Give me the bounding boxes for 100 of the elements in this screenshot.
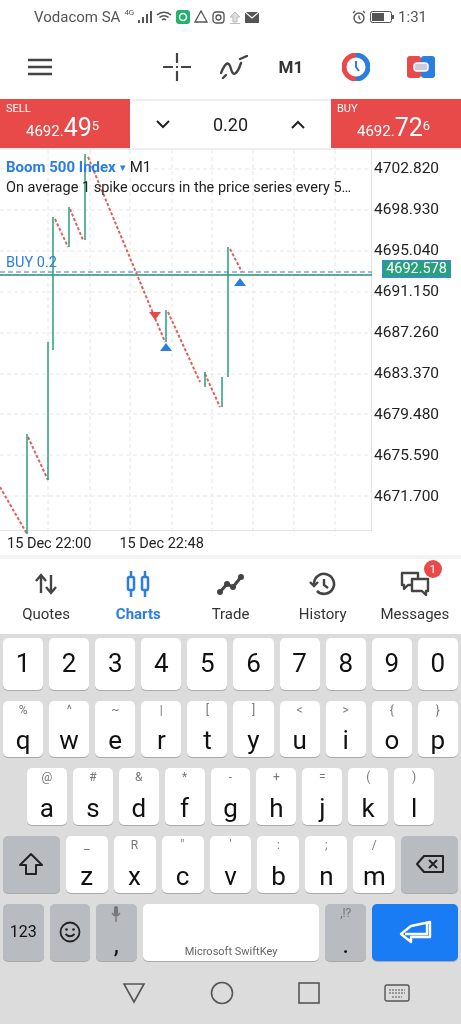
keyboard-key[interactable]: # s — [72, 768, 113, 826]
keyboard-key[interactable]: 5 — [187, 638, 228, 691]
keyboard-key[interactable]: 0 — [417, 638, 458, 691]
nav-tab[interactable]: Trade — [184, 559, 277, 635]
camera-icon — [212, 10, 226, 24]
keyboard-key[interactable]: ; n — [305, 836, 348, 894]
home-button[interactable] — [209, 980, 234, 1005]
time-axis-label: 15 Dec 22:48 — [119, 534, 204, 552]
keyboard-key[interactable]: 7 — [279, 638, 320, 691]
bearish-candles — [69, 208, 84, 242]
smiley-icon — [58, 920, 81, 943]
price-axis-label: 4687.260 — [373, 322, 441, 343]
up-down-arrows-icon — [34, 573, 59, 596]
keyboard-key[interactable]: ~ e — [95, 701, 136, 758]
keyboard-key[interactable]: % q — [3, 701, 44, 758]
timeframe-button[interactable]: M1 — [272, 46, 310, 87]
keyboard-key[interactable]: + h — [256, 768, 297, 826]
recents-button[interactable] — [297, 981, 320, 1004]
candlesticks-icon — [126, 571, 151, 598]
buy-button[interactable]: BUY 4692.72$^{6}$ — [331, 99, 461, 149]
shift-icon — [18, 851, 45, 876]
keyboard-key[interactable]: 1 — [3, 638, 44, 691]
clock-time: 1:31 — [398, 8, 427, 27]
keyboard-key[interactable]: - g — [210, 768, 251, 826]
keyboard-key[interactable]: | r — [141, 701, 182, 758]
keyboard-key[interactable]: @ a — [27, 768, 67, 826]
square-icon — [297, 981, 320, 1004]
keyboard-key[interactable]: ' v — [209, 836, 252, 894]
keyboard-key[interactable]: R x — [113, 836, 156, 894]
price-axis-label: 4695.040 — [373, 240, 441, 262]
keyboard-key[interactable]: < u — [279, 701, 320, 758]
keyboard-key[interactable]: ) l — [394, 768, 434, 826]
period-key[interactable]: ,!? . — [325, 904, 366, 962]
toggle-icon — [406, 55, 435, 78]
crosshair-icon — [163, 52, 192, 81]
backspace-key[interactable] — [401, 836, 458, 894]
sell-button[interactable]: SELL 4692.49$^{5}$ — [0, 99, 130, 149]
triangle-icon — [121, 981, 146, 1004]
nav-tab[interactable]: History — [276, 559, 369, 635]
keyboard-key[interactable]: _ z — [65, 836, 108, 894]
keyboard-icon — [383, 983, 410, 1002]
chart-timeframe: M1 — [129, 158, 152, 177]
signal-icon — [138, 11, 153, 24]
comma-key[interactable]: , — [96, 904, 137, 962]
current-price-tag: 4692.578 — [382, 260, 451, 279]
keyboard-key[interactable]: > i — [325, 701, 366, 758]
back-button[interactable] — [121, 981, 146, 1004]
keyboard-key[interactable]: 9 — [371, 638, 412, 691]
notification-badge: 1 — [423, 560, 442, 579]
price-axis-label: 4702.820 — [373, 158, 441, 180]
enter-key[interactable] — [372, 904, 458, 962]
keyboard-key[interactable]: ] y — [233, 701, 274, 758]
price-axis-label: 4698.930 — [373, 199, 441, 221]
buy-marker-icon — [234, 278, 246, 287]
carrier-name: Vodacom SA — [34, 8, 121, 27]
keyboard-key[interactable]: 2 — [49, 638, 90, 691]
keyboard-key[interactable]: } p — [417, 701, 458, 758]
mail-icon — [245, 11, 260, 23]
line-chart-icon — [216, 573, 245, 596]
ring-clock-icon — [341, 52, 370, 81]
nav-tab[interactable]: 1 Messages — [368, 559, 461, 635]
app-icon — [194, 10, 209, 25]
keyboard-key[interactable]: 8 — [325, 638, 366, 691]
price-axis-label: 4671.700 — [373, 485, 441, 507]
keyboard-key[interactable]: ^ w — [49, 701, 90, 758]
price-axis-label: 4675.590 — [373, 444, 441, 466]
price-axis-label: 4683.370 — [373, 362, 441, 384]
keyboard-key[interactable]: 6 — [233, 638, 274, 691]
keyboard-key[interactable]: * f — [164, 768, 205, 826]
network-type: 4G — [124, 8, 135, 17]
keyboard-key[interactable]: ( k — [348, 768, 389, 826]
nav-tab[interactable]: Quotes — [0, 559, 93, 635]
price-axis-label: 4691.150 — [373, 281, 441, 303]
keyboard-key[interactable]: [ t — [187, 701, 228, 758]
time-axis-label: 15 Dec 22:00 — [7, 534, 92, 552]
keyboard-toggle-button[interactable] — [383, 983, 410, 1002]
bearish-candles — [204, 373, 221, 409]
chat-bubbles-icon — [399, 571, 430, 598]
keyboard-key[interactable]: & d — [118, 768, 159, 826]
chevron-down-icon — [155, 120, 170, 130]
keyboard-key[interactable]: = j — [302, 768, 343, 826]
bearish-candles — [0, 486, 28, 536]
history-icon — [308, 571, 337, 598]
bearish-candles — [54, 218, 69, 249]
keyboard-key[interactable]: / m — [353, 836, 396, 894]
dropdown-arrow[interactable]: ▾ — [119, 160, 126, 174]
keyboard-key[interactable]: 3 — [95, 638, 136, 691]
keyboard-key[interactable]: " c — [161, 836, 204, 894]
keyboard-key[interactable]: { o — [371, 701, 412, 758]
circle-icon — [209, 980, 234, 1005]
keyboard-key[interactable]: : b — [257, 836, 300, 894]
bearish-candles — [229, 248, 243, 274]
space-bar[interactable]: Microsoft SwiftKey — [142, 904, 320, 962]
microphone-icon — [111, 906, 122, 923]
buy-marker-icon — [160, 343, 172, 352]
shift-key[interactable] — [3, 836, 60, 894]
nav-tab[interactable]: Charts — [92, 559, 185, 635]
emoji-key[interactable] — [49, 904, 91, 962]
keyboard-key[interactable]: 4 — [141, 638, 182, 691]
numbers-key[interactable]: 123 — [3, 904, 44, 962]
